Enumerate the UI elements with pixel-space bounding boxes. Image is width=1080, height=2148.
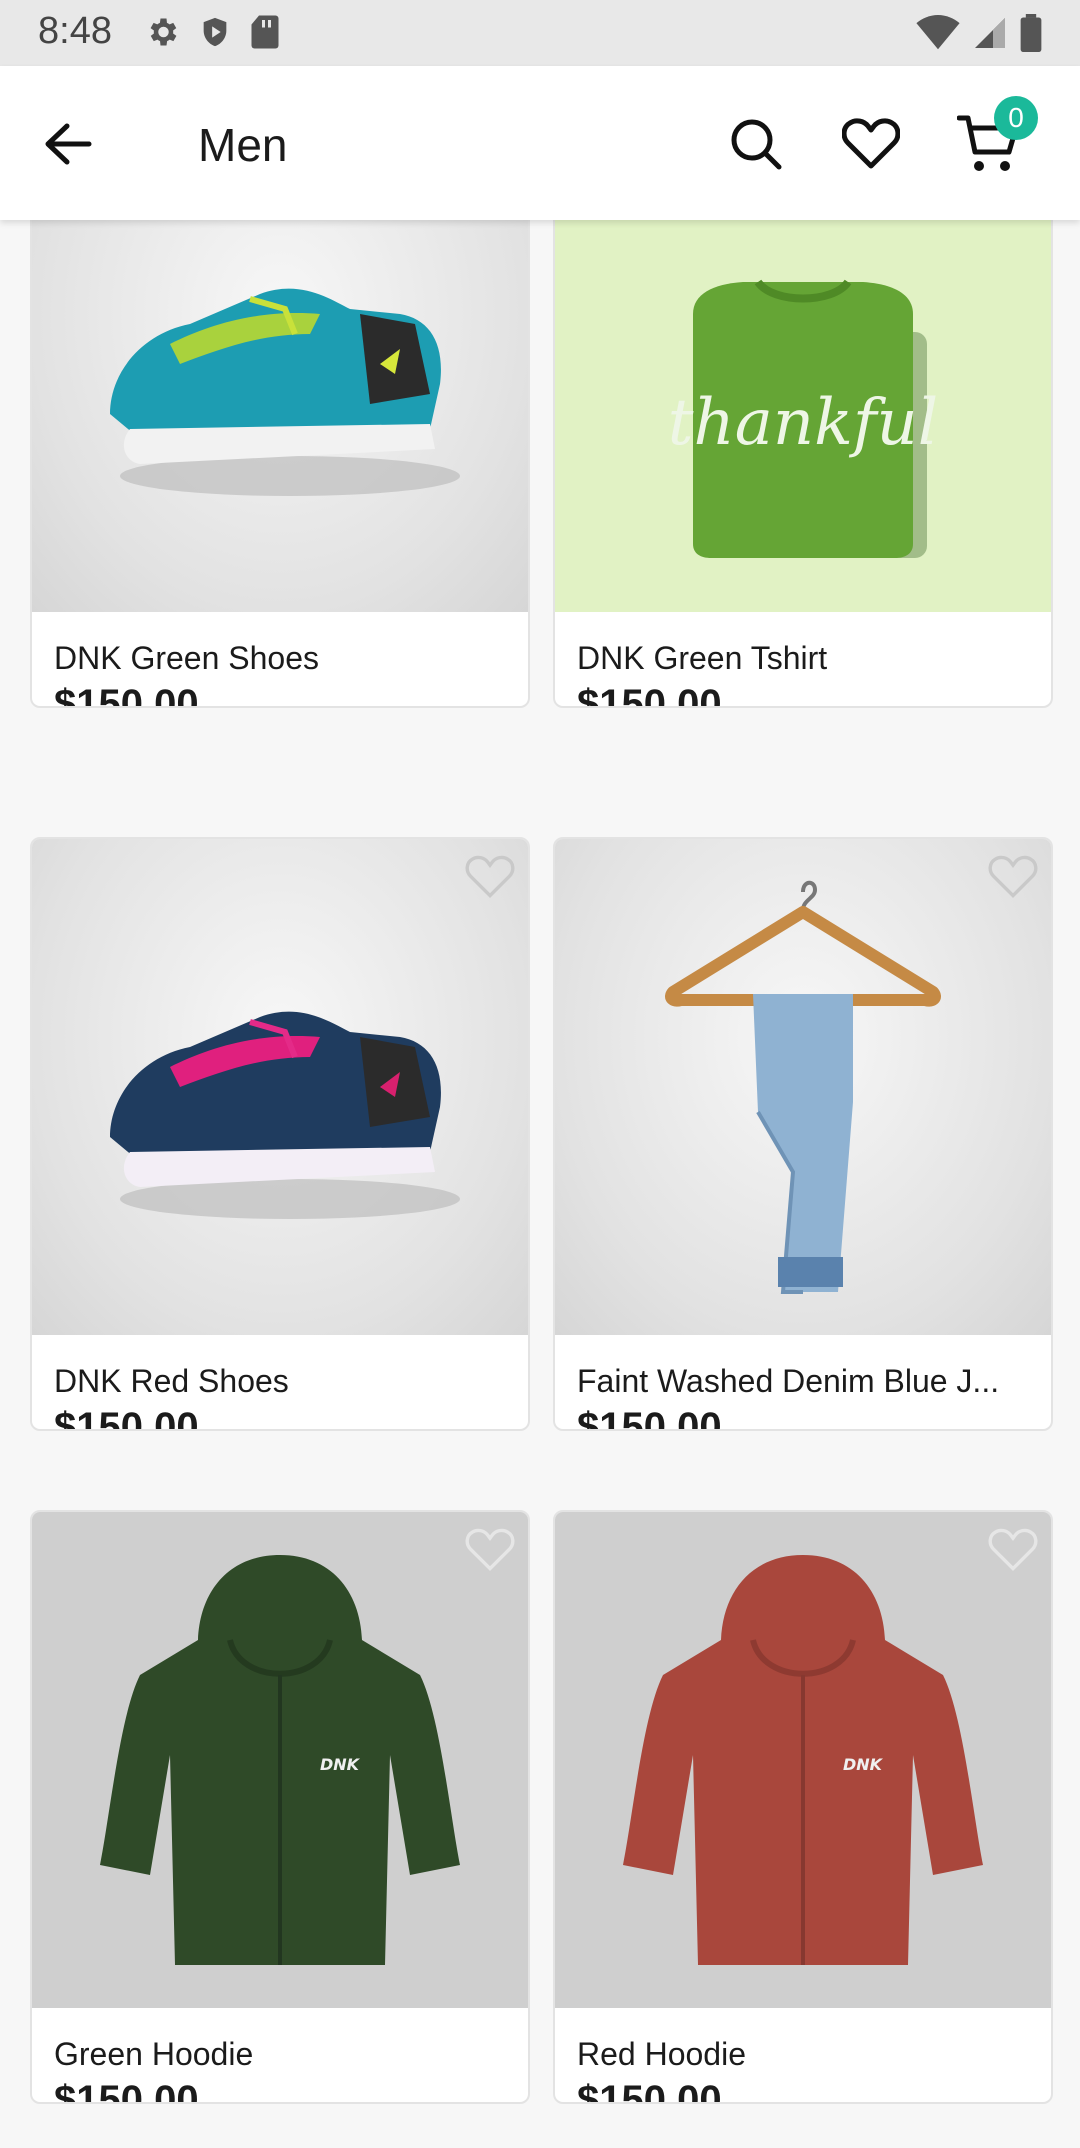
- hoodie-logo-text: DNK: [320, 1755, 361, 1774]
- product-card[interactable]: thankful DNK Green Tshirt $150.00: [553, 220, 1053, 708]
- signal-icon: [972, 15, 1008, 56]
- product-price: $150.00: [577, 2078, 722, 2104]
- product-card[interactable]: Faint Washed Denim Blue J... $150.00: [553, 837, 1053, 1431]
- heart-outline-icon: [465, 1528, 515, 1572]
- product-card[interactable]: DNK Green Shoes $150.00: [30, 220, 530, 708]
- hoodie-logo-text: DNK: [843, 1755, 884, 1774]
- sd-card-icon: [250, 14, 280, 55]
- tshirt-print-text: thankful: [668, 386, 938, 460]
- product-grid-viewport[interactable]: DNK Green Shoes $150.00 thankful DNK Gre…: [0, 220, 1080, 2148]
- status-bar: 8:48: [0, 0, 1080, 66]
- search-icon: [731, 119, 782, 170]
- back-button[interactable]: [36, 112, 100, 176]
- heart-icon: [842, 118, 900, 169]
- heart-outline-icon: [988, 855, 1038, 899]
- cart-count-badge: 0: [994, 96, 1038, 140]
- product-price: $150.00: [54, 2078, 199, 2104]
- wishlist-heart-button[interactable]: [462, 1524, 518, 1576]
- product-name: Green Hoodie: [54, 2036, 254, 2072]
- product-image-navy-pink-sneakers: [32, 839, 528, 1335]
- product-image-red-hoodie: DNK: [555, 1512, 1051, 2008]
- app-bar: Men 0: [0, 66, 1080, 220]
- product-name: Faint Washed Denim Blue J...: [577, 1363, 1000, 1399]
- product-card[interactable]: DNK Red Hoodie $150.00: [553, 1510, 1053, 2104]
- product-name: DNK Red Shoes: [54, 1363, 289, 1399]
- wishlist-heart-button[interactable]: [985, 1524, 1041, 1576]
- wishlist-button[interactable]: [838, 112, 904, 176]
- product-image-denim-jeans-on-hanger: [555, 839, 1051, 1335]
- product-card[interactable]: DNK Green Hoodie $150.00: [30, 1510, 530, 2104]
- back-arrow-icon: [45, 123, 92, 165]
- product-card[interactable]: DNK Red Shoes $150.00: [30, 837, 530, 1431]
- page-title: Men: [198, 119, 288, 171]
- wifi-icon: [916, 15, 960, 56]
- product-price: $150.00: [577, 1405, 722, 1431]
- product-price: $150.00: [54, 682, 199, 708]
- battery-icon: [1020, 14, 1042, 57]
- heart-outline-icon: [465, 855, 515, 899]
- product-image-green-thankful-tshirt: thankful: [555, 220, 1051, 612]
- heart-outline-icon: [988, 1528, 1038, 1572]
- wishlist-heart-button[interactable]: [985, 851, 1041, 903]
- status-time: 8:48: [38, 10, 112, 52]
- product-price: $150.00: [54, 1405, 199, 1431]
- product-name: Red Hoodie: [577, 2036, 746, 2072]
- product-name: DNK Green Tshirt: [577, 640, 828, 676]
- shield-icon: [198, 14, 232, 55]
- product-image-teal-green-sneakers: [32, 220, 528, 612]
- product-price: $150.00: [577, 682, 722, 708]
- search-button[interactable]: [724, 112, 788, 176]
- product-image-green-hoodie: DNK: [32, 1512, 528, 2008]
- wishlist-heart-button[interactable]: [462, 851, 518, 903]
- settings-icon: [144, 14, 180, 55]
- product-name: DNK Green Shoes: [54, 640, 320, 676]
